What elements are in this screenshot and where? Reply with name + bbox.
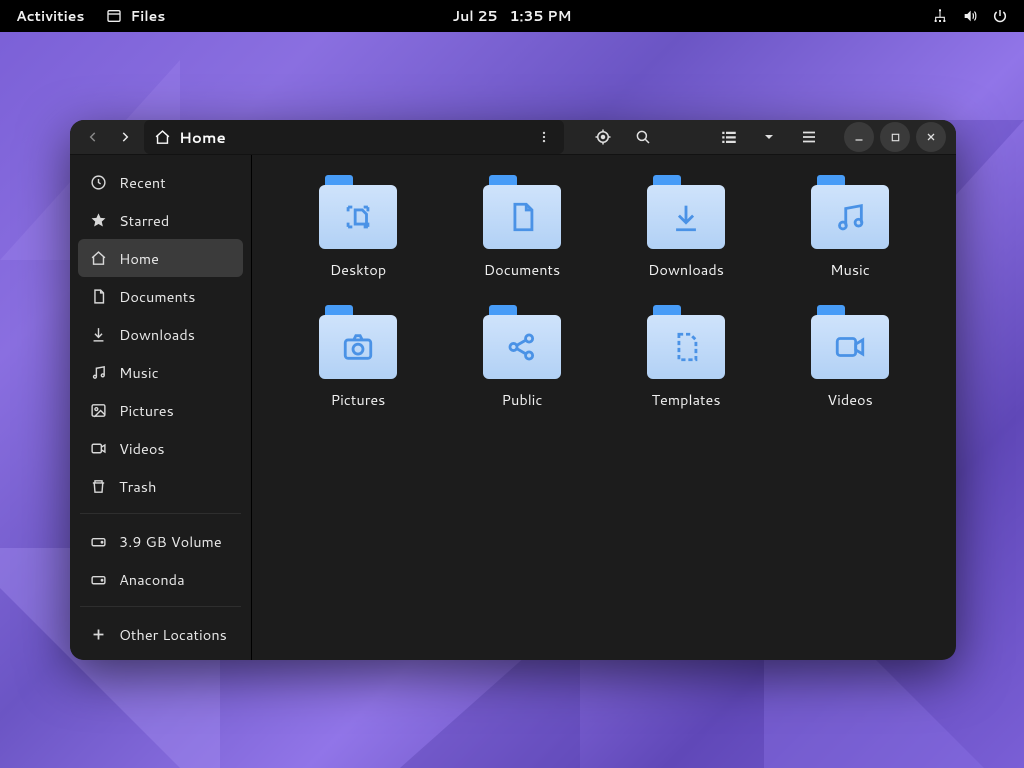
folder-label: Videos bbox=[827, 389, 873, 410]
sidebar-item-downloads[interactable]: Downloads bbox=[78, 315, 243, 353]
folder-label: Downloads bbox=[648, 259, 724, 280]
folder-label: Music bbox=[830, 259, 870, 280]
locate-button[interactable] bbox=[586, 120, 620, 154]
path-bar[interactable]: Home bbox=[144, 120, 564, 154]
music-icon bbox=[90, 364, 107, 381]
drive-icon bbox=[90, 571, 107, 588]
folder-icon bbox=[483, 175, 561, 249]
power-icon[interactable] bbox=[992, 8, 1008, 24]
folder-icon bbox=[319, 305, 397, 379]
sidebar-item-trash[interactable]: Trash bbox=[78, 467, 243, 505]
folder-icon bbox=[811, 305, 889, 379]
sidebar: Recent Starred Home Documents Downloads … bbox=[70, 155, 252, 660]
folder-icon bbox=[319, 175, 397, 249]
plus-icon bbox=[90, 626, 107, 643]
forward-button[interactable] bbox=[112, 120, 138, 154]
sidebar-item-videos[interactable]: Videos bbox=[78, 429, 243, 467]
volume-icon[interactable] bbox=[962, 8, 978, 24]
clock[interactable]: Jul 25 1:35 PM bbox=[452, 6, 571, 26]
folder-label: Documents bbox=[484, 259, 560, 280]
maximize-button[interactable] bbox=[880, 122, 910, 152]
active-app-label: Files bbox=[130, 6, 165, 26]
sidebar-item-volume[interactable]: 3.9 GB Volume bbox=[78, 522, 243, 560]
clock-time: 1:35 PM bbox=[510, 6, 572, 26]
folder-desktop[interactable]: Desktop bbox=[282, 175, 434, 305]
folder-music[interactable]: Music bbox=[774, 175, 926, 305]
sidebar-item-recent[interactable]: Recent bbox=[78, 163, 243, 201]
search-button[interactable] bbox=[626, 120, 660, 154]
icon-grid: Desktop Documents Downloads Music Pictures Pu… bbox=[252, 155, 956, 660]
clock-date: Jul 25 bbox=[452, 6, 497, 26]
sidebar-item-music[interactable]: Music bbox=[78, 353, 243, 391]
folder-icon bbox=[647, 305, 725, 379]
minimize-button[interactable] bbox=[844, 122, 874, 152]
network-icon[interactable] bbox=[932, 8, 948, 24]
view-options-button[interactable] bbox=[752, 120, 786, 154]
drive-icon bbox=[90, 533, 107, 550]
gnome-topbar: Activities Files Jul 25 1:35 PM bbox=[0, 0, 1024, 32]
folder-label: Pictures bbox=[331, 389, 386, 410]
home-icon bbox=[154, 129, 171, 146]
sidebar-item-pictures[interactable]: Pictures bbox=[78, 391, 243, 429]
videos-icon bbox=[90, 440, 107, 457]
sidebar-item-anaconda[interactable]: Anaconda bbox=[78, 560, 243, 598]
folder-templates[interactable]: Templates bbox=[610, 305, 762, 435]
sidebar-item-home[interactable]: Home bbox=[78, 239, 243, 277]
folder-pictures[interactable]: Pictures bbox=[282, 305, 434, 435]
folder-label: Templates bbox=[651, 389, 720, 410]
document-icon bbox=[90, 288, 107, 305]
activities-button[interactable]: Activities bbox=[16, 6, 84, 26]
sidebar-item-other-locations[interactable]: Other Locations bbox=[78, 615, 243, 653]
folder-label: Desktop bbox=[330, 259, 386, 280]
trash-icon bbox=[90, 478, 107, 495]
download-icon bbox=[90, 326, 107, 343]
folder-public[interactable]: Public bbox=[446, 305, 598, 435]
sidebar-item-starred[interactable]: Starred bbox=[78, 201, 243, 239]
path-label: Home bbox=[179, 127, 226, 148]
sidebar-item-documents[interactable]: Documents bbox=[78, 277, 243, 315]
files-app-icon bbox=[106, 8, 122, 24]
back-button[interactable] bbox=[80, 120, 106, 154]
folder-icon bbox=[483, 305, 561, 379]
folder-videos[interactable]: Videos bbox=[774, 305, 926, 435]
path-menu-button[interactable] bbox=[530, 123, 558, 151]
window-titlebar: Home bbox=[70, 120, 956, 155]
clock-icon bbox=[90, 174, 107, 191]
folder-label: Public bbox=[502, 389, 543, 410]
pictures-icon bbox=[90, 402, 107, 419]
folder-documents[interactable]: Documents bbox=[446, 175, 598, 305]
view-list-button[interactable] bbox=[712, 120, 746, 154]
home-icon bbox=[90, 250, 107, 267]
files-window: Home Recent Starred Home Documents Downl… bbox=[70, 120, 956, 660]
close-button[interactable] bbox=[916, 122, 946, 152]
star-icon bbox=[90, 212, 107, 229]
folder-downloads[interactable]: Downloads bbox=[610, 175, 762, 305]
folder-icon bbox=[647, 175, 725, 249]
hamburger-menu-button[interactable] bbox=[792, 120, 826, 154]
folder-icon bbox=[811, 175, 889, 249]
active-app[interactable]: Files bbox=[106, 6, 165, 26]
